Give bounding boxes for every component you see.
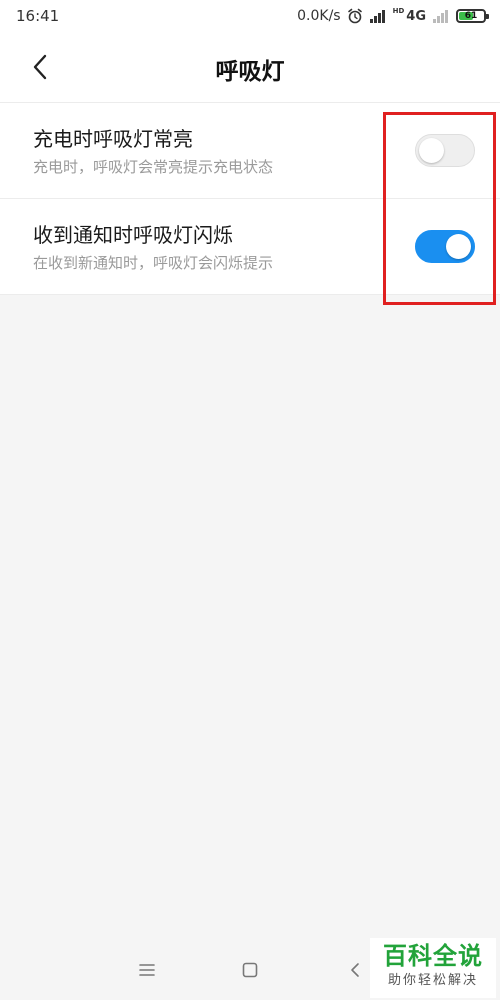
hd-label: HD bbox=[392, 6, 405, 15]
setting-title: 收到通知时呼吸灯闪烁 bbox=[33, 223, 233, 247]
network-type: HD 4G bbox=[392, 6, 426, 24]
battery-level: 61 bbox=[464, 11, 478, 21]
status-bar: 16:41 0.0K/s HD 4G 61 bbox=[0, 0, 500, 32]
back-icon bbox=[351, 963, 359, 977]
toggle-knob bbox=[446, 234, 471, 259]
signal-icon bbox=[369, 9, 387, 23]
toggle-knob bbox=[419, 138, 444, 163]
alarm-icon bbox=[347, 8, 363, 24]
header: 呼吸灯 bbox=[0, 32, 500, 102]
setting-row-charging-light: 充电时呼吸灯常亮 充电时，呼吸灯会常亮提示充电状态 bbox=[0, 103, 500, 198]
home-icon bbox=[242, 962, 258, 978]
status-time: 16:41 bbox=[16, 7, 60, 25]
network-speed: 0.0K/s bbox=[297, 8, 341, 24]
nav-menu-button[interactable] bbox=[132, 956, 162, 984]
charging-light-toggle[interactable] bbox=[415, 134, 475, 167]
notification-light-toggle[interactable] bbox=[415, 230, 475, 263]
nav-home-button[interactable] bbox=[235, 956, 265, 984]
watermark: 百科全说 助你轻松解决 bbox=[370, 938, 496, 998]
setting-description: 充电时，呼吸灯会常亮提示充电状态 bbox=[33, 158, 274, 176]
setting-description: 在收到新通知时，呼吸灯会闪烁提示 bbox=[33, 254, 274, 272]
settings-list: 充电时呼吸灯常亮 充电时，呼吸灯会常亮提示充电状态 收到通知时呼吸灯闪烁 在收到… bbox=[0, 102, 500, 295]
signal-icon-weak bbox=[432, 9, 450, 23]
setting-row-notification-light: 收到通知时呼吸灯闪烁 在收到新通知时，呼吸灯会闪烁提示 bbox=[0, 198, 500, 294]
watermark-brand: 百科全说 bbox=[383, 942, 483, 970]
battery-icon: 61 bbox=[456, 9, 489, 23]
nav-back-button[interactable] bbox=[340, 956, 370, 984]
status-indicators: 0.0K/s HD 4G 61 bbox=[297, 6, 489, 24]
network-type-label: 4G bbox=[406, 8, 426, 24]
page-title: 呼吸灯 bbox=[215, 59, 285, 85]
menu-icon bbox=[139, 964, 155, 976]
setting-title: 充电时呼吸灯常亮 bbox=[33, 127, 193, 151]
watermark-slogan: 助你轻松解决 bbox=[387, 973, 478, 988]
